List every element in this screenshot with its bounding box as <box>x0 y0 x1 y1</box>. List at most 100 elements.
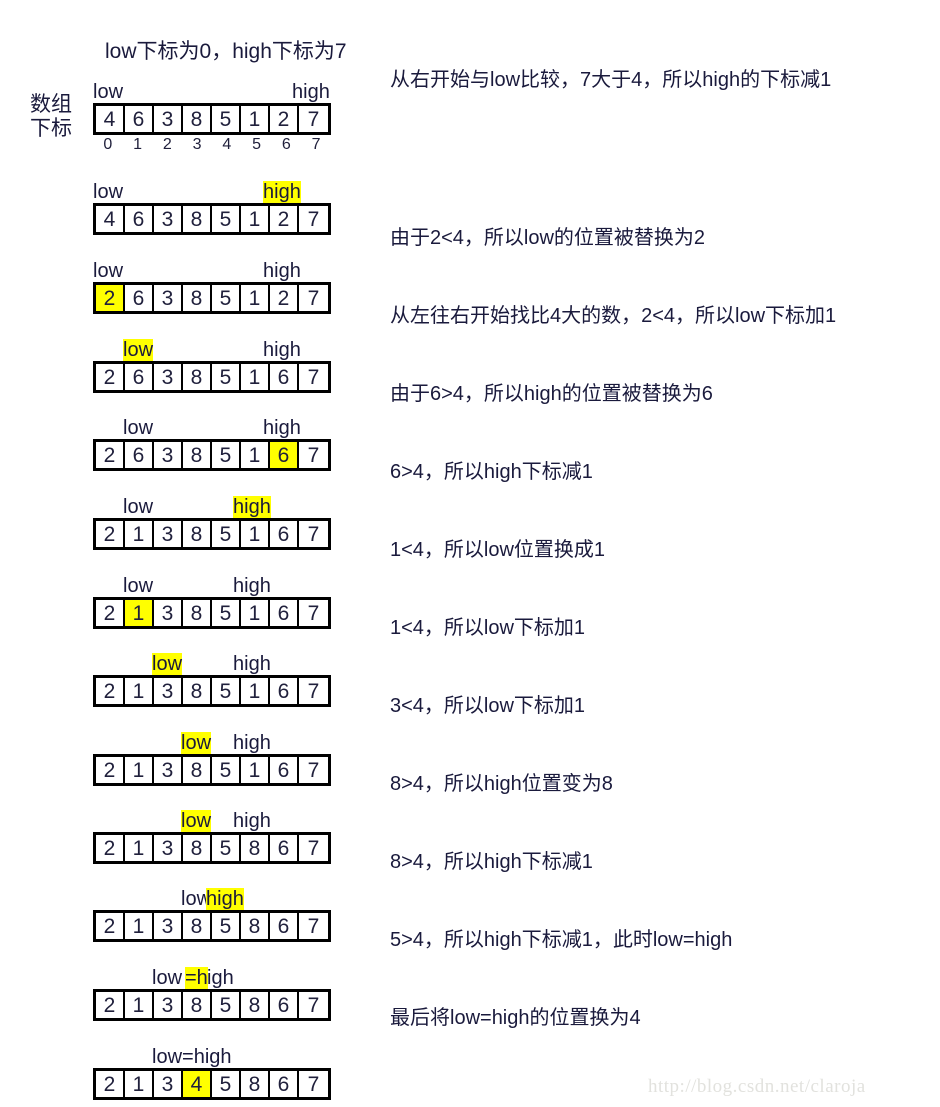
high-pointer-label: high <box>233 810 271 832</box>
array-cell: 3 <box>154 364 183 390</box>
array-cell: 1 <box>241 678 270 704</box>
array-cell: 5 <box>212 285 241 311</box>
array-cell: 8 <box>183 992 212 1018</box>
low-pointer-label: low <box>123 575 154 597</box>
pointer-label-track: low high <box>93 78 331 103</box>
array-cells: 26385127 <box>93 282 331 314</box>
array-cell: 4 <box>183 1071 212 1097</box>
array-cell: 8 <box>183 757 212 783</box>
array-cell: 2 <box>96 442 125 468</box>
array-step-row: low high 2 6 3 8 5 1 6 7 <box>93 336 331 393</box>
array-cell: 6 <box>270 364 299 390</box>
pointer-label-track: low high <box>93 178 331 203</box>
explanation-note: 6>4，所以high下标减1 <box>390 461 593 483</box>
low-pointer-label: low <box>181 810 212 832</box>
array-step-row: low high 2 1 3 8 5 1 6 7 <box>93 493 331 550</box>
array-cell: 7 <box>299 678 328 704</box>
array-cell: 3 <box>154 1071 183 1097</box>
pointer-label-track: low high <box>93 729 331 754</box>
array-cell: 8 <box>183 913 212 939</box>
array-cell: 8 <box>241 913 270 939</box>
explanation-note: 8>4，所以high下标减1 <box>390 851 593 873</box>
pointer-label-part: =h <box>185 967 208 989</box>
array-cell: 7 <box>299 835 328 861</box>
array-step-row: low high 2 1 3 8 5 1 6 7 <box>93 650 331 707</box>
array-cell: 1 <box>125 600 154 626</box>
index-label: 6 <box>281 136 291 153</box>
explanation-note: 5>4，所以high下标减1，此时low=high <box>390 929 733 951</box>
explanation-note: 8>4，所以high位置变为8 <box>390 773 613 795</box>
array-step-row: low high 2 1 3 8 5 8 6 7 <box>93 885 331 942</box>
pointer-label-track: low high <box>93 650 331 675</box>
array-cells: 26385167 <box>93 439 331 471</box>
array-step-row: low=high 2 1 3 4 5 8 6 7 <box>93 1043 331 1100</box>
array-cell: 3 <box>154 678 183 704</box>
array-cell: 8 <box>183 600 212 626</box>
array-cell: 1 <box>125 913 154 939</box>
array-cell: 2 <box>270 106 299 132</box>
array-cell: 7 <box>299 206 328 232</box>
explanation-note: 由于6>4，所以high的位置被替换为6 <box>390 383 713 405</box>
array-step-row: low high 4 6 3 8 5 1 2 7 0 1 2 3 4 5 6 7 <box>93 78 331 154</box>
array-cell: 2 <box>270 206 299 232</box>
array-step-row: low =h igh 2 1 3 8 5 8 6 7 <box>93 964 331 1021</box>
array-cell: 3 <box>154 913 183 939</box>
watermark: http://blog.csdn.net/claroja <box>648 1076 866 1097</box>
array-cells: 46385127 <box>93 103 331 135</box>
array-cell: 2 <box>96 757 125 783</box>
array-cell: 2 <box>96 835 125 861</box>
array-cell: 1 <box>241 106 270 132</box>
array-cell: 3 <box>154 442 183 468</box>
low-pointer-label: low <box>152 653 183 675</box>
array-cell: 6 <box>270 913 299 939</box>
array-cell: 1 <box>241 285 270 311</box>
low-pointer-label: low <box>123 339 154 361</box>
high-pointer-label: high <box>263 339 301 361</box>
array-cell: 7 <box>299 364 328 390</box>
array-cell: 6 <box>270 757 299 783</box>
array-cell: 5 <box>212 206 241 232</box>
array-cell: 1 <box>125 992 154 1018</box>
array-cell: 7 <box>299 913 328 939</box>
array-cell: 2 <box>96 521 125 547</box>
array-cell: 1 <box>241 600 270 626</box>
array-cells: 21385167 <box>93 675 331 707</box>
index-label: 2 <box>162 136 172 153</box>
low-pointer-label: low <box>181 732 212 754</box>
array-cell: 4 <box>96 106 125 132</box>
array-cell: 7 <box>299 442 328 468</box>
array-cell: 4 <box>96 206 125 232</box>
high-pointer-label: high <box>292 81 330 103</box>
array-cell: 3 <box>154 757 183 783</box>
array-cell: 6 <box>125 106 154 132</box>
page-title: low下标为0，high下标为7 <box>105 40 347 63</box>
array-cell: 5 <box>212 106 241 132</box>
array-cell: 8 <box>183 521 212 547</box>
pointer-label-track: low high <box>93 257 331 282</box>
index-label: 7 <box>311 136 321 153</box>
high-pointer-label: high <box>233 732 271 754</box>
explanation-note: 从左往右开始找比4大的数，2<4，所以low下标加1 <box>390 305 837 327</box>
low-pointer-label: low <box>123 496 154 518</box>
array-cell: 7 <box>299 757 328 783</box>
array-step-row: low high 2 6 3 8 5 1 6 7 <box>93 414 331 471</box>
pointer-label-track: low high <box>93 336 331 361</box>
array-cell: 8 <box>241 1071 270 1097</box>
array-cell: 1 <box>125 521 154 547</box>
array-cells: 21385167 <box>93 754 331 786</box>
pointer-label-track: low=high <box>93 1043 331 1068</box>
array-cell: 6 <box>270 678 299 704</box>
index-row-label: 下标 <box>30 117 72 140</box>
array-cell: 2 <box>96 600 125 626</box>
array-cells: 21385867 <box>93 910 331 942</box>
array-cell: 7 <box>299 521 328 547</box>
array-cell: 7 <box>299 106 328 132</box>
array-cell: 8 <box>183 285 212 311</box>
high-pointer-label: high <box>263 417 301 439</box>
array-cell: 1 <box>241 206 270 232</box>
array-cell: 2 <box>96 285 125 311</box>
array-cell: 5 <box>212 757 241 783</box>
pointer-label-track: low high <box>93 885 331 910</box>
array-cell: 1 <box>125 1071 154 1097</box>
index-label: 0 <box>103 136 113 153</box>
